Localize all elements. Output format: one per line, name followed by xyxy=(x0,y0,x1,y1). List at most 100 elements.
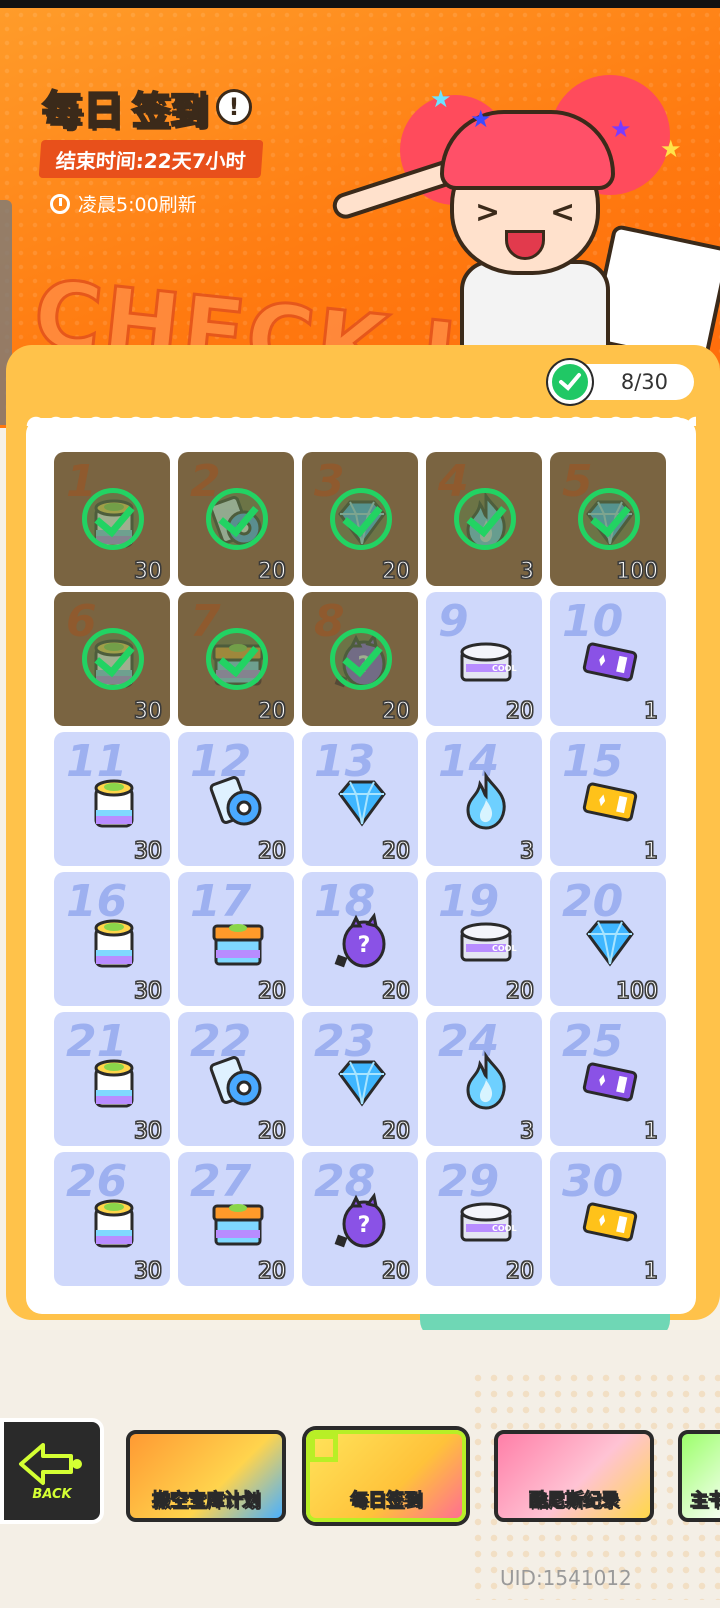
tab-label: 酷尼斯纪录 xyxy=(529,1490,620,1512)
title-part-1: 每日 xyxy=(41,87,124,135)
reward-quantity: 20 xyxy=(258,1259,287,1285)
day-cell[interactable]: 22 20 xyxy=(178,1012,294,1146)
gem-icon xyxy=(330,1050,394,1114)
claimed-check-icon xyxy=(82,488,144,550)
cool-can-icon: COOL xyxy=(454,1190,518,1254)
day-cell[interactable]: 20 100 xyxy=(550,872,666,1006)
progress-label: 8/30 xyxy=(620,370,668,394)
paint-bucket-icon xyxy=(82,1190,146,1254)
tab-label: 每日签到 xyxy=(350,1490,423,1512)
day-cell[interactable]: 16 30 xyxy=(54,872,170,1006)
day-cell[interactable]: 14 3 xyxy=(426,732,542,866)
clock-icon xyxy=(50,193,70,214)
claimed-check-icon xyxy=(82,628,144,690)
day-cell[interactable]: 30 1 xyxy=(550,1152,666,1286)
day-cell[interactable]: 18? 20 xyxy=(302,872,418,1006)
reward-quantity: 30 xyxy=(134,699,163,725)
day-cell[interactable]: 8? 20 xyxy=(302,592,418,726)
day-cell[interactable]: 9 COOL 20 xyxy=(426,592,542,726)
tab-label: 搬空宝库计划 xyxy=(152,1490,261,1512)
day-cell[interactable]: 3 20 xyxy=(302,452,418,586)
day-cell[interactable]: 1 30 xyxy=(54,452,170,586)
reward-quantity: 30 xyxy=(134,559,163,585)
reward-quantity: 20 xyxy=(382,839,411,865)
day-cell[interactable]: 12 20 xyxy=(178,732,294,866)
day-cell[interactable]: 27 20 xyxy=(178,1152,294,1286)
purple-ticket-icon xyxy=(578,630,642,694)
reward-quantity: 30 xyxy=(134,979,163,1005)
day-cell[interactable]: 11 30 xyxy=(54,732,170,866)
paint-bucket-icon xyxy=(82,770,146,834)
reward-quantity: 20 xyxy=(258,699,287,725)
day-cell[interactable]: 26 30 xyxy=(54,1152,170,1286)
reward-quantity: 100 xyxy=(616,559,659,585)
gem-icon xyxy=(578,910,642,974)
flame-icon xyxy=(454,770,518,834)
day-cell[interactable]: 23 20 xyxy=(302,1012,418,1146)
star-icon: ★ xyxy=(430,85,452,113)
back-button[interactable]: BACK xyxy=(0,1418,104,1524)
star-icon: ★ xyxy=(610,115,632,143)
tape-roll-icon xyxy=(206,770,270,834)
day-cell[interactable]: 25 1 xyxy=(550,1012,666,1146)
tab-daily-checkin[interactable]: 每日签到 xyxy=(306,1430,466,1522)
day-cell[interactable]: 24 3 xyxy=(426,1012,542,1146)
reward-quantity: 20 xyxy=(258,1119,287,1145)
day-cell[interactable]: 6 30 xyxy=(54,592,170,726)
cool-can-icon: COOL xyxy=(454,630,518,694)
info-icon[interactable]: ! xyxy=(216,89,253,125)
refresh-info: 凌晨5:00刷新 xyxy=(50,190,197,217)
day-cell[interactable]: 43 xyxy=(426,452,542,586)
reward-quantity: 1 xyxy=(644,839,659,865)
reward-quantity: 1 xyxy=(644,699,659,725)
gift-box-icon xyxy=(206,910,270,974)
gift-box-icon xyxy=(206,1190,270,1254)
reward-quantity: 20 xyxy=(382,559,411,585)
character-bangs xyxy=(440,110,615,190)
reward-quantity: 20 xyxy=(382,699,411,725)
mystery-egg-icon: ? xyxy=(330,1190,394,1254)
purple-ticket-icon xyxy=(578,1050,642,1114)
svg-text:?: ? xyxy=(358,1213,371,1238)
day-cell[interactable]: 10 1 xyxy=(550,592,666,726)
reward-quantity: 1 xyxy=(644,1119,659,1145)
day-cell[interactable]: 13 20 xyxy=(302,732,418,866)
reward-quantity: 3 xyxy=(520,839,535,865)
reward-quantity: 20 xyxy=(258,559,287,585)
star-icon: ★ xyxy=(470,105,492,133)
tape-roll-icon xyxy=(206,1050,270,1114)
tab-partial[interactable]: 主书 xyxy=(678,1430,720,1522)
day-cell[interactable]: 29 COOL 20 xyxy=(426,1152,542,1286)
svg-text:COOL: COOL xyxy=(492,1224,517,1233)
reward-quantity: 20 xyxy=(382,1259,411,1285)
reward-quantity: 20 xyxy=(382,979,411,1005)
page-title: 每日 签到 ! xyxy=(41,78,253,136)
tab-label: 主书 xyxy=(690,1490,720,1512)
end-time-badge: 结束时间:22天7小时 xyxy=(38,140,264,178)
day-cell[interactable]: 15 1 xyxy=(550,732,666,866)
day-cell[interactable]: 5 100 xyxy=(550,452,666,586)
reward-quantity: 30 xyxy=(134,839,163,865)
day-cell[interactable]: 2 20 xyxy=(178,452,294,586)
reward-quantity: 20 xyxy=(506,699,535,725)
tab-vault-plan[interactable]: 搬空宝库计划 xyxy=(126,1430,286,1522)
tab-records[interactable]: 酷尼斯纪录 xyxy=(494,1430,654,1522)
day-cell[interactable]: 19 COOL 20 xyxy=(426,872,542,1006)
day-cell[interactable]: 21 30 xyxy=(54,1012,170,1146)
cool-can-icon: COOL xyxy=(454,910,518,974)
claimed-check-icon xyxy=(578,488,640,550)
paint-bucket-icon xyxy=(82,1050,146,1114)
claimed-check-icon xyxy=(454,488,516,550)
checkmark-icon xyxy=(548,360,592,404)
reward-quantity: 20 xyxy=(506,1259,535,1285)
status-bar xyxy=(0,0,720,8)
day-cell[interactable]: 28? 20 xyxy=(302,1152,418,1286)
svg-text:?: ? xyxy=(358,933,371,958)
refresh-text: 凌晨5:00刷新 xyxy=(78,194,197,216)
flame-icon xyxy=(454,1050,518,1114)
gem-icon xyxy=(330,770,394,834)
gold-ticket-icon xyxy=(578,770,642,834)
day-cell[interactable]: 17 20 xyxy=(178,872,294,1006)
reward-quantity: 30 xyxy=(134,1259,163,1285)
day-cell[interactable]: 7 20 xyxy=(178,592,294,726)
